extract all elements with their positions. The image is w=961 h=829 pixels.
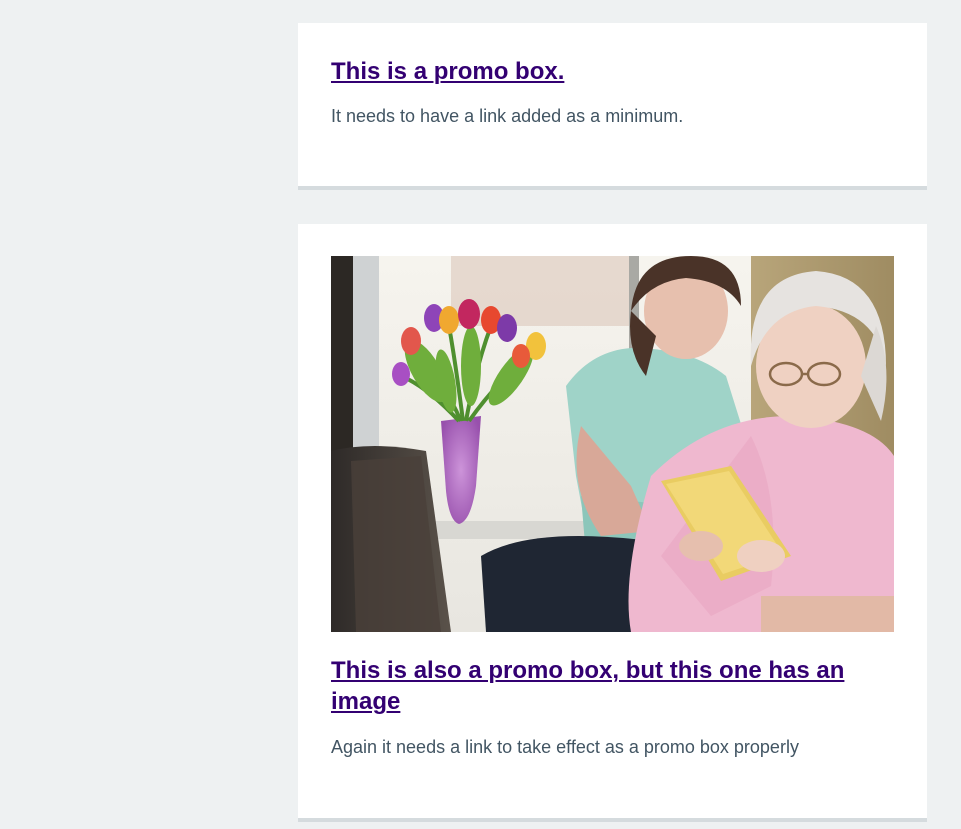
promo-description: It needs to have a link added as a minim… — [331, 106, 684, 126]
promo-title-link[interactable]: This is also a promo box, but this one h… — [331, 655, 871, 717]
promo-box[interactable]: This is a promo box. It needs to have a … — [298, 23, 927, 190]
promo-image — [331, 256, 894, 632]
promo-box-with-image[interactable]: This is also a promo box, but this one h… — [298, 224, 927, 822]
promo-description: Again it needs a link to take effect as … — [331, 737, 799, 757]
promo-title-link[interactable]: This is a promo box. — [331, 56, 564, 87]
